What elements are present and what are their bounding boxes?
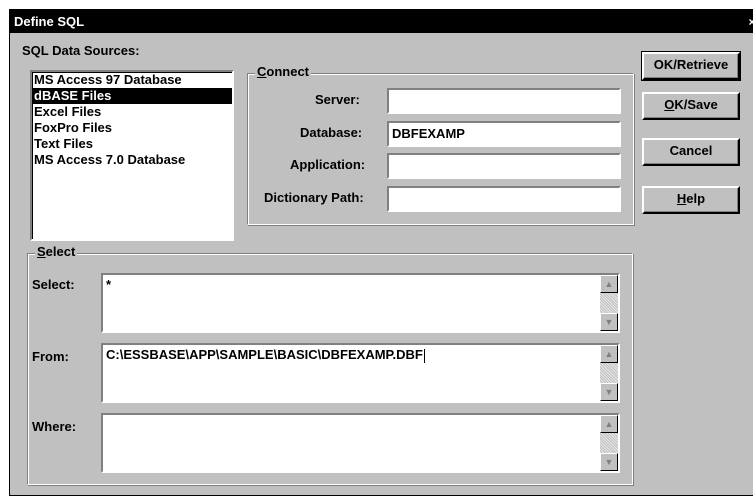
scroll-down-icon[interactable]: ▼ — [600, 453, 618, 471]
dictionary-path-field[interactable] — [387, 186, 621, 212]
data-source-item[interactable]: Excel Files — [32, 104, 232, 120]
data-sources-listbox[interactable]: MS Access 97 Database dBASE Files Excel Fi… — [30, 70, 234, 241]
title-bar[interactable]: Define SQL × — [10, 10, 753, 33]
define-sql-dialog: Define SQL × SQL Data Sources: MS Access… — [9, 9, 753, 496]
select-textarea[interactable]: * ▲ ▼ — [101, 273, 620, 333]
server-field[interactable] — [387, 88, 621, 114]
data-source-item[interactable]: dBASE Files — [32, 88, 232, 104]
select-label: Select: — [32, 277, 75, 292]
where-textarea[interactable]: ▲ ▼ — [101, 413, 620, 473]
data-source-item[interactable]: Text Files — [32, 136, 232, 152]
window-title: Define SQL — [14, 14, 85, 29]
database-field[interactable]: DBFEXAMP — [387, 121, 621, 147]
server-label: Server: — [315, 92, 360, 107]
from-label: From: — [32, 349, 69, 364]
connect-group-title: Connect — [255, 64, 312, 79]
from-value: C:\ESSBASE\APP\SAMPLE\BASIC\DBFEXAMP.DBF — [106, 347, 423, 362]
text-cursor — [423, 348, 425, 363]
data-source-item[interactable]: FoxPro Files — [32, 120, 232, 136]
data-source-item[interactable]: MS Access 7.0 Database — [32, 152, 232, 168]
from-scrollbar[interactable]: ▲ ▼ — [600, 345, 618, 401]
where-scrollbar[interactable]: ▲ ▼ — [600, 415, 618, 471]
where-label: Where: — [32, 419, 77, 434]
data-sources-label: SQL Data Sources: — [22, 43, 140, 58]
scroll-up-icon[interactable]: ▲ — [600, 345, 618, 363]
cancel-button[interactable]: Cancel — [642, 138, 740, 166]
scroll-up-icon[interactable]: ▲ — [600, 275, 618, 293]
close-icon[interactable]: × — [744, 14, 753, 30]
application-label: Application: — [290, 157, 366, 172]
ok-retrieve-button[interactable]: OK/Retrieve — [641, 51, 741, 81]
dictionary-path-label: Dictionary Path: — [264, 190, 364, 205]
from-textarea[interactable]: C:\ESSBASE\APP\SAMPLE\BASIC\DBFEXAMP.DBF… — [101, 343, 620, 403]
select-group-title: Select — [35, 244, 78, 259]
scroll-up-icon[interactable]: ▲ — [600, 415, 618, 433]
data-source-item[interactable]: MS Access 97 Database — [32, 72, 232, 88]
application-field[interactable] — [387, 153, 621, 179]
help-button[interactable]: Help — [642, 186, 740, 214]
ok-save-button[interactable]: OK/Save — [642, 92, 740, 120]
select-scrollbar[interactable]: ▲ ▼ — [600, 275, 618, 331]
select-value: * — [106, 277, 112, 292]
scroll-down-icon[interactable]: ▼ — [600, 313, 618, 331]
scroll-down-icon[interactable]: ▼ — [600, 383, 618, 401]
database-label: Database: — [300, 125, 363, 140]
